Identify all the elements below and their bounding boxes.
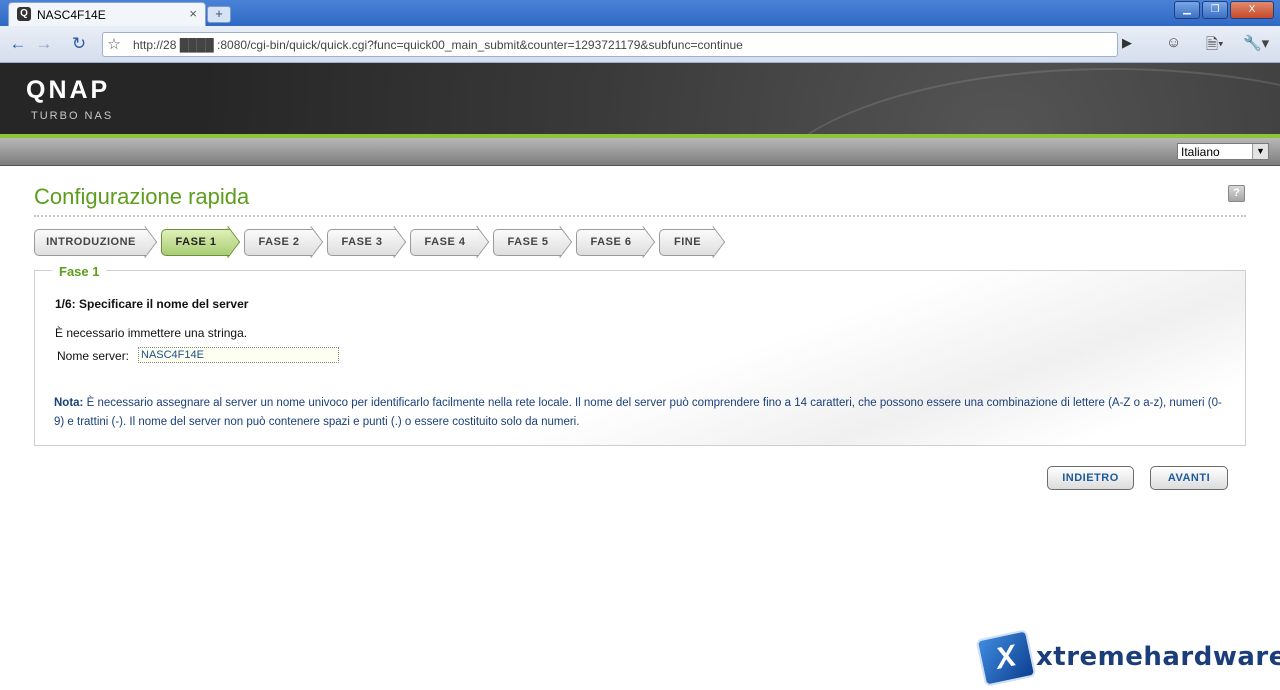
- fieldset-legend: Fase 1: [52, 264, 107, 279]
- address-bar[interactable]: ☆ http://28 ████ :8080/cgi-bin/quick/qui…: [102, 32, 1118, 57]
- qnap-logo: QNAP: [26, 76, 111, 104]
- step-heading: 1/6: Specificare il nome del server: [55, 297, 249, 311]
- minimize-button[interactable]: ▁: [1174, 1, 1200, 19]
- note-label: Nota:: [54, 397, 84, 409]
- watermark: X xtremehardware.it: [975, 629, 1280, 687]
- user-icon[interactable]: ☺: [1166, 34, 1181, 51]
- title-divider: [34, 215, 1246, 217]
- chevron-down-icon[interactable]: ▼: [1252, 144, 1268, 159]
- turbo-nas-subtitle: TURBO NAS: [31, 110, 114, 122]
- bookmark-star-icon[interactable]: ☆: [102, 35, 126, 53]
- step-fase-4[interactable]: FASE 4: [410, 225, 490, 259]
- note-body: È necessario assegnare al server un nome…: [54, 397, 1222, 428]
- step-fase-1[interactable]: FASE 1: [161, 225, 241, 259]
- page-menu-icon[interactable]: 🗎▾: [1206, 34, 1224, 59]
- step-fase-3[interactable]: FASE 3: [327, 225, 407, 259]
- language-select[interactable]: Italiano ▼: [1177, 143, 1269, 160]
- language-selected-value: Italiano: [1181, 145, 1220, 159]
- step-introduzione[interactable]: INTRODUZIONE: [34, 225, 158, 259]
- close-window-button[interactable]: X: [1230, 1, 1274, 19]
- step-fase-5[interactable]: FASE 5: [493, 225, 573, 259]
- qnap-favicon-icon: Q: [17, 7, 31, 21]
- go-arrow-icon[interactable]: ▶: [1122, 35, 1132, 51]
- step-fase-6[interactable]: FASE 6: [576, 225, 656, 259]
- header-decoration: [760, 68, 1280, 134]
- browser-tab[interactable]: Q NASC4F14E ×: [8, 2, 206, 26]
- browser-toolbar: ← → ↻ ☆ http://28 ████ :8080/cgi-bin/qui…: [0, 26, 1280, 63]
- note-text: Nota: È necessario assegnare al server u…: [54, 394, 1226, 432]
- reload-icon[interactable]: ↻: [67, 32, 91, 56]
- page-title: Configurazione rapida: [34, 184, 250, 209]
- forward-arrow-icon[interactable]: →: [32, 32, 56, 56]
- server-name-label: Nome server:: [57, 349, 130, 363]
- tab-title: NASC4F14E: [37, 8, 106, 22]
- required-message: È necessario immettere una stringa.: [55, 326, 248, 340]
- step-fase-2[interactable]: FASE 2: [244, 225, 324, 259]
- next-button[interactable]: AVANTI: [1150, 466, 1228, 490]
- watermark-text: xtremehardware.it: [1036, 642, 1280, 672]
- help-icon[interactable]: ?: [1228, 185, 1245, 202]
- server-name-input[interactable]: [138, 347, 339, 363]
- address-url[interactable]: http://28 ████ :8080/cgi-bin/quick/quick…: [133, 38, 743, 52]
- back-arrow-icon[interactable]: ←: [6, 32, 30, 56]
- language-bar: Italiano ▼: [0, 138, 1280, 166]
- wrench-icon[interactable]: 🔧▾: [1243, 34, 1269, 52]
- qnap-header: QNAP TURBO NAS: [0, 63, 1280, 134]
- xtremehardware-logo-icon: X: [975, 629, 1037, 687]
- browser-titlebar: Q NASC4F14E × + ▁ ❐ X: [0, 0, 1280, 26]
- close-tab-icon[interactable]: ×: [189, 6, 197, 21]
- step-fine[interactable]: FINE: [659, 225, 726, 259]
- new-tab-button[interactable]: +: [207, 6, 231, 23]
- back-button[interactable]: INDIETRO: [1047, 466, 1134, 490]
- maximize-button[interactable]: ❐: [1202, 1, 1228, 19]
